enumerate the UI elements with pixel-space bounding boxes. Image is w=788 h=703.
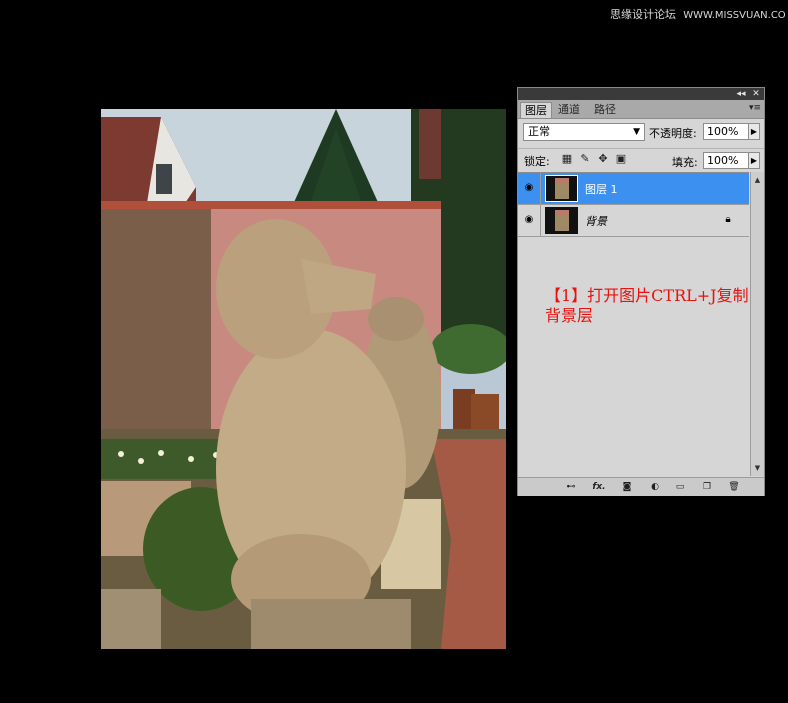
blend-row: 正常 ▼ 不透明度: 100% ▶ xyxy=(518,120,764,144)
blend-mode-select[interactable]: 正常 ▼ xyxy=(523,123,645,141)
eye-separator xyxy=(540,205,541,236)
fx-icon[interactable]: fx. xyxy=(592,481,606,493)
annotation-line-2: 背景层 xyxy=(545,306,594,325)
layer-row-layer1[interactable]: ◉ 图层 1 xyxy=(518,173,749,205)
scroll-down-icon[interactable]: ▼ xyxy=(751,462,764,474)
mask-icon[interactable]: ◙ xyxy=(620,481,634,493)
layer-row-background[interactable]: ◉ 背景 🔒︎ xyxy=(518,205,749,237)
annotation-line-1: 【1】打开图片CTRL+J复制 xyxy=(545,286,749,305)
opacity-arrow-icon[interactable]: ▶ xyxy=(748,123,760,140)
eye-icon[interactable]: ◉ xyxy=(522,214,536,226)
panel-footer: ⊷ fx. ◙ ◐ ▭ ❐ 🗑︎ xyxy=(518,477,764,496)
group-icon[interactable]: ▭ xyxy=(673,481,687,493)
watermark: 思缘设计论坛 WWW.MISSVUAN.COM xyxy=(610,6,785,22)
panel-tabs: 图层 通道 路径 ▾≡ xyxy=(518,100,764,119)
tab-paths[interactable]: 路径 xyxy=(590,102,620,118)
lock-move-icon[interactable]: ✥ xyxy=(597,153,609,165)
tab-channels[interactable]: 通道 xyxy=(554,102,584,118)
blend-mode-value: 正常 xyxy=(528,125,550,138)
opacity-input[interactable]: 100% xyxy=(703,123,749,140)
tutorial-annotation: 【1】打开图片CTRL+J复制 背景层 xyxy=(545,286,781,326)
lock-icon: 🔒︎ xyxy=(725,214,731,225)
tab-layers[interactable]: 图层 xyxy=(520,102,552,118)
watermark-site-name: 思缘设计论坛 xyxy=(610,8,676,21)
layer-name: 图层 1 xyxy=(585,183,618,196)
eye-icon[interactable]: ◉ xyxy=(522,182,536,194)
eye-separator xyxy=(540,173,541,204)
lock-all-icon[interactable]: ▣ xyxy=(615,153,627,165)
fill-label: 填充: xyxy=(672,156,698,169)
trash-icon[interactable]: 🗑︎ xyxy=(727,481,741,493)
lock-label: 锁定: xyxy=(524,155,550,168)
lock-row: 锁定: ▦ ✎ ✥ ▣ 填充: 100% ▶ xyxy=(518,148,764,171)
new-layer-icon[interactable]: ❐ xyxy=(700,481,714,493)
panel-titlebar: ◂◂ ✕ xyxy=(518,88,764,100)
fill-arrow-icon[interactable]: ▶ xyxy=(748,152,760,169)
chevron-down-icon: ▼ xyxy=(633,127,640,137)
opacity-label: 不透明度: xyxy=(649,127,697,140)
watermark-site-url: WWW.MISSVUAN.COM xyxy=(683,10,785,21)
layer-thumbnail xyxy=(545,175,578,202)
photo-canvas[interactable] xyxy=(101,109,506,649)
layer-thumbnail xyxy=(545,207,578,234)
fill-input[interactable]: 100% xyxy=(703,152,749,169)
layer-name: 背景 xyxy=(585,215,607,228)
close-icon[interactable]: ✕ xyxy=(751,89,761,99)
scroll-up-icon[interactable]: ▲ xyxy=(751,174,764,186)
link-layers-icon[interactable]: ⊷ xyxy=(564,481,578,493)
lock-brush-icon[interactable]: ✎ xyxy=(579,153,591,165)
adjustment-icon[interactable]: ◐ xyxy=(648,481,662,493)
statue-photo xyxy=(101,109,506,649)
panel-menu-icon[interactable]: ▾≡ xyxy=(749,103,761,113)
collapse-icon[interactable]: ◂◂ xyxy=(736,89,746,99)
lock-transparent-icon[interactable]: ▦ xyxy=(561,153,573,165)
